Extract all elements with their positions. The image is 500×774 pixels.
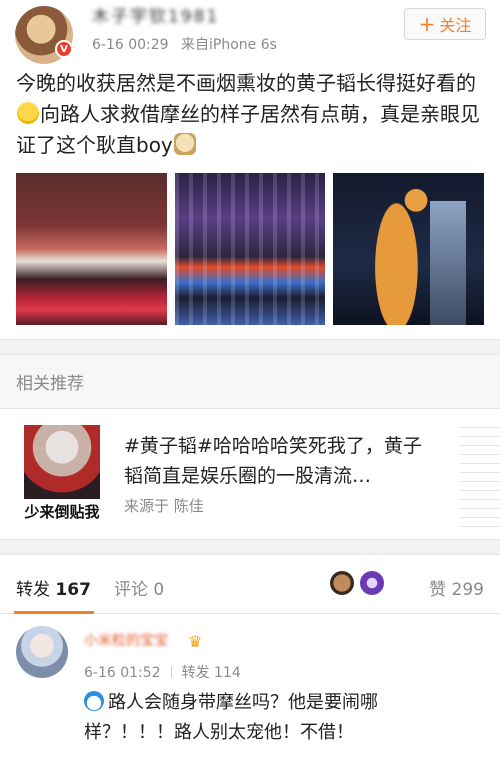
doraemon-emoji-icon (84, 691, 104, 711)
weibo-post: V 木子宇钦1981 6-16 00:29 来自iPhone 6s + 关注 今… (0, 0, 500, 340)
tab-like-count: 299 (451, 580, 484, 600)
post-text: 今晚的收获居然是不画烟熏妆的黄子韬长得挺好看的向路人求救借摩丝的样子居然有点萌，… (0, 66, 500, 161)
post-source: 来自iPhone 6s (181, 37, 277, 53)
post-text-part1: 今晚的收获居然是不画烟熏妆的黄子韬长得挺好看的 (16, 71, 476, 95)
laughing-emoji-icon (17, 102, 39, 124)
related-thumbnail-image (24, 425, 100, 499)
author-username[interactable]: 木子宇钦1981 (92, 2, 219, 27)
interaction-tabs: 转发 167 评论 0 赞 299 (0, 554, 500, 614)
post-meta: 6-16 00:29 来自iPhone 6s (92, 34, 277, 54)
post-time: 6-16 00:29 (92, 37, 169, 53)
repost-item[interactable]: 小米粒的宝宝 ♛ 6-16 01:52 转发 114 路人会随身带摩丝吗？他是要闹… (0, 614, 500, 774)
section-gap (0, 340, 500, 354)
tab-comment-count: 0 (153, 580, 165, 600)
crown-badge-icon: ♛ (188, 632, 203, 651)
reposter-name[interactable]: 小米粒的宝宝 (84, 630, 168, 650)
repost-text: 路人会随身带摩丝吗？他是要闹哪样？！！！路人别太宠他！不借！ (84, 688, 464, 748)
section-gap-2 (0, 540, 500, 554)
follow-label: 关注 (439, 16, 472, 35)
giraffe-sculpture-night-photo[interactable] (333, 173, 485, 325)
related-section-title: 相关推荐 (0, 354, 500, 408)
post-photos (0, 161, 500, 325)
tab-repost[interactable]: 转发 167 (16, 575, 91, 600)
liker-avatars[interactable] (330, 571, 384, 595)
liker-avatar (330, 571, 354, 595)
post-text-part2: 向路人求救借摩丝的样子居然有点萌，真是亲眼见证了这个耿直boy (16, 102, 480, 157)
tab-comment[interactable]: 评论 0 (114, 575, 164, 600)
doge-emoji-icon (173, 133, 196, 155)
arena-lights-photo[interactable] (174, 173, 326, 325)
repost-text-content: 路人会随身带摩丝吗？他是要闹哪样？！！！路人别太宠他！不借！ (84, 692, 378, 743)
related-side-preview (460, 419, 500, 529)
thumbnail-caption: 少来倒贴我 (24, 503, 100, 521)
plus-icon: + (418, 12, 436, 36)
related-source: 来源于 陈佳 (124, 497, 204, 515)
liker-avatar (360, 571, 384, 595)
meta-separator (170, 666, 172, 678)
concert-stage-photo[interactable] (16, 173, 167, 325)
tab-like-label: 赞 (429, 580, 447, 600)
reposter-avatar[interactable] (16, 626, 68, 678)
vip-badge-icon: V (55, 40, 73, 58)
repost-meta: 6-16 01:52 转发 114 (84, 662, 241, 682)
tab-comment-label: 评论 (114, 580, 148, 600)
tab-repost-label: 转发 (16, 580, 50, 600)
post-header: V 木子宇钦1981 6-16 00:29 来自iPhone 6s + 关注 (0, 0, 500, 66)
tab-like[interactable]: 赞 299 (429, 575, 484, 600)
repost-count: 转发 114 (181, 665, 241, 681)
related-text: #黄子韬#哈哈哈哈笑死我了，黄子韬简直是娱乐圈的一股清流… (124, 435, 422, 487)
related-card[interactable]: 少来倒贴我 #黄子韬#哈哈哈哈笑死我了，黄子韬简直是娱乐圈的一股清流… 来源于 … (0, 408, 500, 540)
repost-time: 6-16 01:52 (84, 665, 161, 681)
tab-repost-count: 167 (55, 580, 91, 600)
follow-button[interactable]: + 关注 (404, 8, 486, 40)
related-thumbnail: 少来倒贴我 (16, 425, 108, 525)
